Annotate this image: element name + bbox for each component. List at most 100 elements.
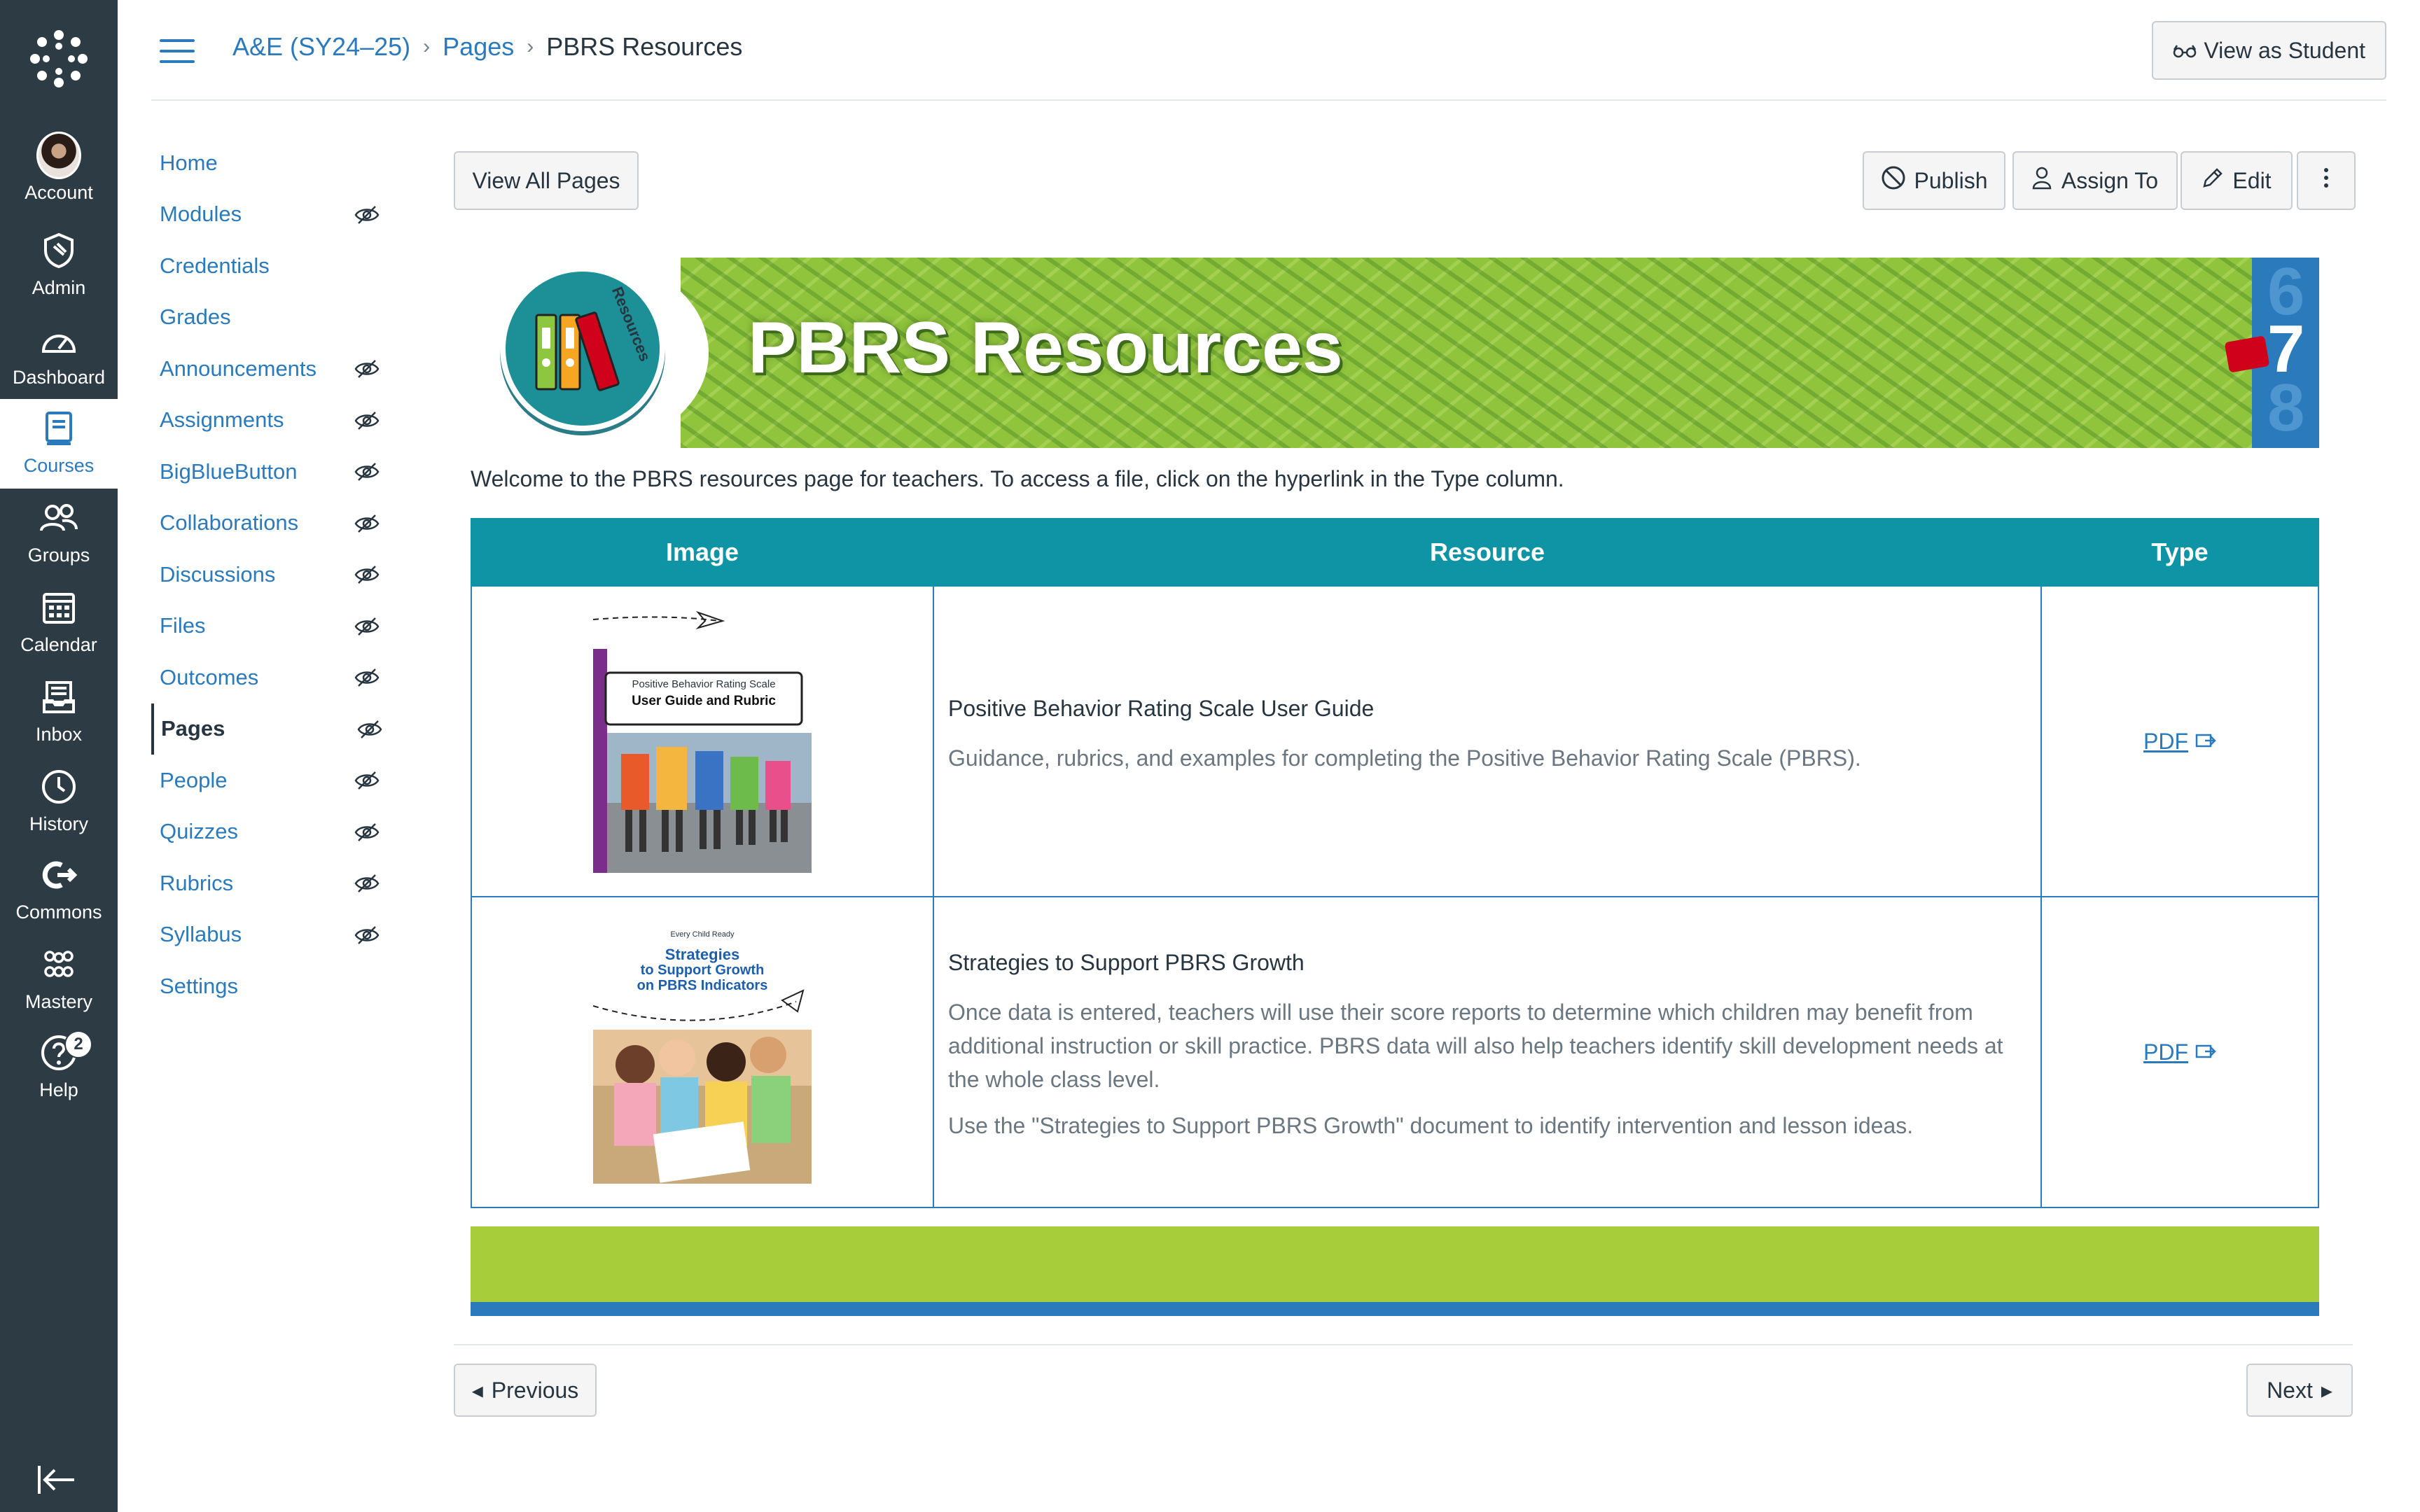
gnav-courses[interactable]: Courses <box>0 399 118 489</box>
course-nav-item-pages[interactable]: Pages <box>151 703 403 755</box>
resource-cell: Strategies to Support PBRS Growth Once d… <box>933 896 2042 1208</box>
gnav-label: Dashboard <box>12 367 106 388</box>
course-nav-item-modules[interactable]: Modules <box>151 189 403 241</box>
image-cell: Every Child Ready Strategies to Support … <box>471 896 934 1208</box>
type-cell: PDF <box>2040 585 2319 897</box>
hidden-eye-icon <box>354 204 380 225</box>
collapse-nav-button[interactable] <box>35 1460 80 1499</box>
next-button[interactable]: Next ▸ <box>2246 1364 2353 1417</box>
help-badge: 2 <box>64 1030 92 1058</box>
clock-icon <box>36 764 81 809</box>
course-nav-item-assignments[interactable]: Assignments <box>151 395 403 447</box>
dashboard-icon <box>36 318 81 363</box>
course-nav-item-grades[interactable]: Grades <box>151 292 403 344</box>
gnav-account[interactable]: Account <box>0 126 118 216</box>
user-guide-cover-image: Positive Behavior Rating Scale User Guid… <box>593 606 812 873</box>
view-as-student-button[interactable]: View as Student <box>2152 21 2386 80</box>
breadcrumb-pages[interactable]: Pages <box>443 32 514 62</box>
course-nav-item-announcements[interactable]: Announcements <box>151 343 403 395</box>
hidden-eye-icon <box>354 513 380 534</box>
gnav-commons[interactable]: Commons <box>0 846 118 935</box>
gnav-mastery[interactable]: Mastery <box>0 935 118 1025</box>
course-nav-label: Grades <box>160 304 231 330</box>
course-nav-item-settings[interactable]: Settings <box>151 960 403 1012</box>
view-as-student-label: View as Student <box>2204 37 2365 63</box>
course-nav-label: Quizzes <box>160 819 238 844</box>
course-navigation: Home Modules Credentials Grades Announcement… <box>151 137 403 1012</box>
grade-levels: 6 7 8 <box>2224 258 2319 448</box>
resource-description: Use the "Strategies to Support PBRS Grow… <box>948 1112 1914 1138</box>
gnav-calendar[interactable]: Calendar <box>0 578 118 668</box>
course-nav-item-rubrics[interactable]: Rubrics <box>151 858 403 909</box>
resource-cell: Positive Behavior Rating Scale User Guid… <box>933 585 2042 897</box>
course-nav-item-collaborations[interactable]: Collaborations <box>151 498 403 550</box>
edit-button[interactable]: Edit <box>2181 151 2293 210</box>
course-nav-label: Announcements <box>160 356 317 381</box>
course-nav-item-people[interactable]: People <box>151 755 403 806</box>
gnav-label: Groups <box>27 545 90 566</box>
gnav-dashboard[interactable]: Dashboard <box>0 311 118 400</box>
hidden-eye-icon <box>354 822 380 843</box>
gnav-label: Courses <box>23 455 95 476</box>
pencil-icon <box>2202 167 2224 195</box>
hidden-eye-icon <box>354 667 380 688</box>
page-header: A&E (SY24–25) › Pages › PBRS Resources V… <box>151 0 2386 101</box>
course-nav-item-quizzes[interactable]: Quizzes <box>151 806 403 858</box>
user-icon <box>2032 166 2053 195</box>
table-header-row: Image Resource Type <box>471 518 2319 587</box>
publish-button[interactable]: Publish <box>1863 151 2005 210</box>
course-nav-label: Outcomes <box>160 664 259 690</box>
course-nav-item-discussions[interactable]: Discussions <box>151 549 403 601</box>
gnav-admin[interactable]: Admin <box>0 221 118 311</box>
canvas-logo[interactable] <box>28 28 90 90</box>
pdf-link[interactable]: PDF <box>2143 1040 2216 1065</box>
course-nav-item-bigbluebutton[interactable]: BigBlueButton <box>151 446 403 498</box>
breadcrumb-course[interactable]: A&E (SY24–25) <box>232 32 410 62</box>
gnav-inbox[interactable]: Inbox <box>0 668 118 757</box>
pdf-link[interactable]: PDF <box>2143 729 2216 755</box>
assign-to-button[interactable]: Assign To <box>2012 151 2178 210</box>
course-menu-toggle[interactable] <box>160 39 195 64</box>
hidden-eye-icon <box>354 925 380 946</box>
gnav-label: Account <box>25 182 93 203</box>
view-all-pages-button[interactable]: View All Pages <box>454 151 639 210</box>
pdf-link-label: PDF <box>2143 1039 2188 1065</box>
breadcrumb-current: PBRS Resources <box>546 32 743 61</box>
next-label: Next <box>2267 1377 2313 1403</box>
course-nav-item-home[interactable]: Home <box>151 137 403 189</box>
course-nav-label: Rubrics <box>160 870 234 895</box>
assign-to-label: Assign To <box>2061 167 2159 193</box>
hidden-eye-icon <box>354 461 380 482</box>
banner-title: PBRS Resources <box>748 307 1343 388</box>
course-nav-item-outcomes[interactable]: Outcomes <box>151 652 403 704</box>
course-nav-label: Files <box>160 613 206 638</box>
hidden-eye-icon <box>354 358 380 379</box>
column-header-resource: Resource <box>933 518 2042 587</box>
course-nav-item-files[interactable]: Files <box>151 601 403 652</box>
edit-label: Edit <box>2232 167 2272 193</box>
caret-right-icon: ▸ <box>2321 1378 2332 1403</box>
chevron-right-icon: › <box>527 35 534 58</box>
previous-button[interactable]: ◂ Previous <box>454 1364 597 1417</box>
resource-description: Once data is entered, teachers will use … <box>948 999 2003 1092</box>
column-header-image: Image <box>471 518 934 587</box>
courses-icon <box>36 406 81 451</box>
cover-subtitle: Positive Behavior Rating Scale <box>632 678 776 690</box>
resource-title: Positive Behavior Rating Scale User Guid… <box>948 695 1375 721</box>
gnav-label: Commons <box>15 902 102 923</box>
gnav-groups[interactable]: Groups <box>0 489 118 578</box>
gnav-label: Admin <box>32 277 86 298</box>
course-nav-label: Collaborations <box>160 510 299 536</box>
cover-title: User Guide and Rubric <box>632 693 776 708</box>
global-navigation: Account Admin Dashboard Courses Groups C… <box>0 0 118 1512</box>
divider <box>454 1344 2353 1345</box>
more-options-button[interactable] <box>2297 151 2356 210</box>
gnav-history[interactable]: History <box>0 757 118 847</box>
course-nav-item-syllabus[interactable]: Syllabus <box>151 909 403 961</box>
gnav-help[interactable]: Help 2 <box>0 1023 118 1113</box>
avatar <box>36 132 81 179</box>
resource-title: Strategies to Support PBRS Growth <box>948 949 1305 975</box>
course-nav-item-credentials[interactable]: Credentials <box>151 240 403 292</box>
shield-icon <box>36 228 81 273</box>
external-link-icon <box>2195 1040 2216 1065</box>
